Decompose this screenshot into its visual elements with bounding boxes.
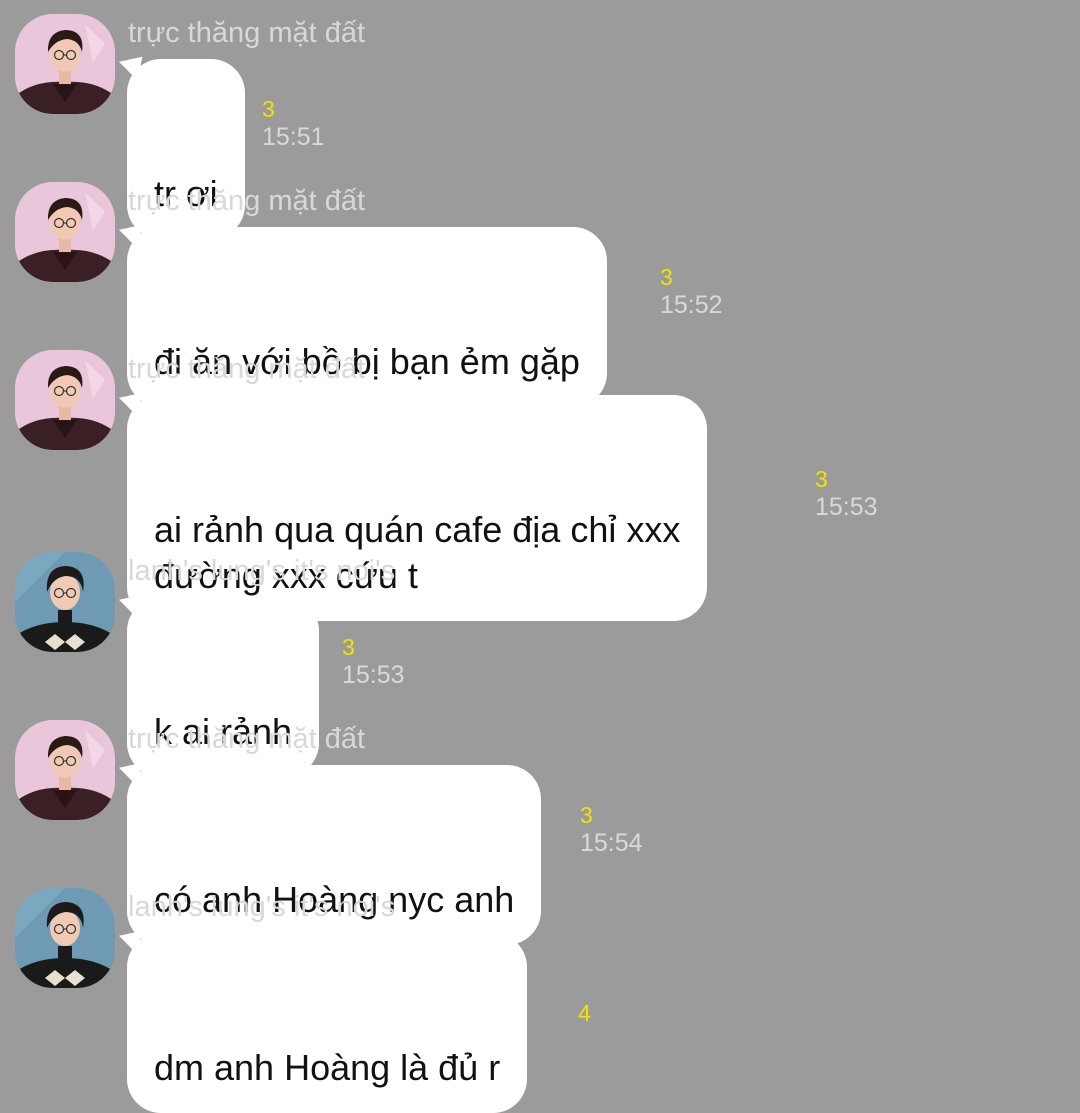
bubble-tail xyxy=(118,930,148,958)
message-meta: 3 15:54 xyxy=(580,802,643,858)
timestamp: 15:53 xyxy=(815,493,878,521)
message-row: lanh's lung's it's noi's dm anh Hoàng là… xyxy=(0,874,1080,1113)
message-row: lanh's lung's it's noi's k ai rảnh 3 15:… xyxy=(0,538,1080,777)
bubble-tail xyxy=(118,392,148,420)
avatar[interactable] xyxy=(15,888,115,988)
message-meta: 4 xyxy=(578,1000,591,1026)
timestamp: 15:53 xyxy=(342,661,405,689)
avatar-truc-thang-icon xyxy=(15,350,115,450)
avatar-truc-thang-icon xyxy=(15,14,115,114)
sender-name: trực thăng mặt đất xyxy=(128,723,366,755)
unread-count: 3 xyxy=(580,802,593,828)
avatar-lanh-lung-icon xyxy=(15,888,115,988)
avatar-lanh-lung-icon xyxy=(15,552,115,652)
chat-message-list[interactable]: trực thăng mặt đất tr ơi 3 15:51 trực th… xyxy=(0,0,1080,1113)
sender-name: lanh's lung's it's noi's xyxy=(128,555,396,587)
avatar[interactable] xyxy=(15,350,115,450)
unread-count: 3 xyxy=(262,96,275,122)
message-row: trực thăng mặt đất ai rảnh qua quán cafe… xyxy=(0,336,1080,621)
unread-count: 4 xyxy=(578,1000,591,1026)
bubble-tail xyxy=(118,56,148,84)
message-row: trực thăng mặt đất tr ơi 3 15:51 xyxy=(0,0,1080,239)
timestamp: 15:51 xyxy=(262,123,325,151)
avatar[interactable] xyxy=(15,182,115,282)
sender-name: trực thăng mặt đất xyxy=(128,353,366,385)
message-row: trực thăng mặt đất đi ăn với bồ bị bạn ẻ… xyxy=(0,168,1080,407)
avatar[interactable] xyxy=(15,552,115,652)
timestamp: 15:54 xyxy=(580,829,643,857)
unread-count: 3 xyxy=(342,634,355,660)
unread-count: 3 xyxy=(660,264,673,290)
bubble-tail xyxy=(118,594,148,622)
message-text: dm anh Hoàng là đủ r xyxy=(154,1047,501,1088)
sender-name: trực thăng mặt đất xyxy=(128,185,366,217)
bubble-tail xyxy=(118,224,148,252)
message-meta: 3 15:53 xyxy=(342,634,405,690)
timestamp: 15:52 xyxy=(660,291,723,319)
avatar-truc-thang-icon xyxy=(15,720,115,820)
unread-count: 3 xyxy=(815,466,828,492)
bubble-tail xyxy=(118,762,148,790)
message-row: trực thăng mặt đất có anh Hoàng nyc anh … xyxy=(0,706,1080,945)
avatar[interactable] xyxy=(15,720,115,820)
message-meta: 3 15:53 xyxy=(815,466,878,522)
message-meta: 3 15:51 xyxy=(262,96,325,152)
sender-name: lanh's lung's it's noi's xyxy=(128,891,396,923)
message-meta: 3 15:52 xyxy=(660,264,723,320)
avatar[interactable] xyxy=(15,14,115,114)
avatar-truc-thang-icon xyxy=(15,182,115,282)
message-bubble[interactable]: dm anh Hoàng là đủ r xyxy=(118,930,528,1113)
sender-name: trực thăng mặt đất xyxy=(128,17,366,49)
